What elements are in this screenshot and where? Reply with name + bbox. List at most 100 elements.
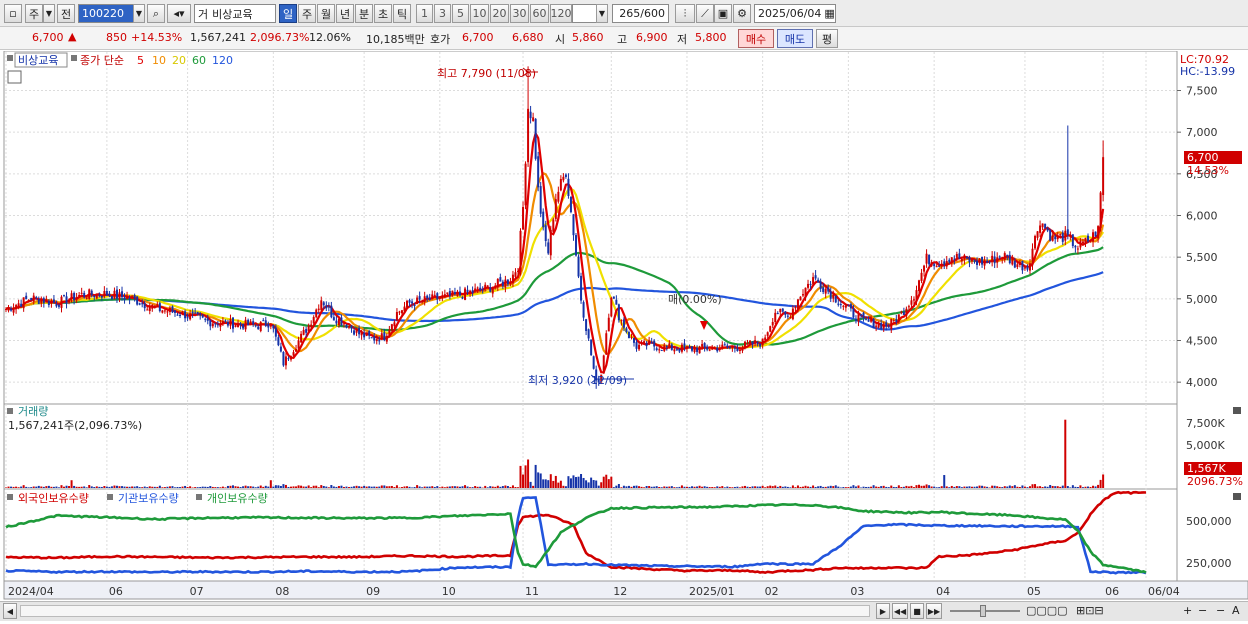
candle-body — [567, 179, 569, 196]
candle-type-icon[interactable]: ⫶ — [675, 4, 695, 23]
volume-bar — [1044, 486, 1046, 488]
volume-bar — [159, 486, 161, 488]
period-button-5[interactable]: 초 — [374, 4, 392, 23]
candle-body — [66, 296, 68, 303]
candle-body — [1004, 253, 1006, 260]
rewind-icon[interactable]: ◀◀ — [892, 603, 908, 619]
candle-body — [509, 283, 511, 284]
period-button-4[interactable]: 분 — [355, 4, 373, 23]
stop-icon[interactable]: ■ — [910, 603, 924, 619]
volume-bar — [489, 486, 491, 488]
ma-marker-icon — [71, 55, 77, 61]
search-icon[interactable]: ⌕ — [147, 4, 165, 23]
candle-body — [522, 207, 524, 229]
volume-panel-close-icon[interactable] — [1233, 407, 1241, 414]
volume-bar — [310, 487, 312, 488]
volume-bar — [984, 486, 986, 488]
volume-y-label: 5,000K — [1186, 439, 1225, 452]
volume-bar — [257, 487, 259, 488]
code-dropdown-icon[interactable]: ▼ — [133, 4, 145, 23]
bottom-scrollbar[interactable]: ◀ ▶ ◀◀ ■ ▶▶ ▢▢▢▢ ⊞⊡⊟ + − − A — [0, 601, 1248, 621]
zoom-reset-icon[interactable]: − — [1216, 604, 1225, 617]
candle-body — [1049, 230, 1051, 241]
volume-bar — [1037, 486, 1039, 488]
candle-body — [583, 302, 585, 317]
holding-panel-close-icon[interactable] — [1233, 493, 1241, 500]
interval-button-5[interactable]: 30 — [510, 4, 529, 23]
volume-bar — [542, 479, 544, 488]
candle-body — [787, 316, 789, 317]
sell-button[interactable]: 매도 — [777, 29, 813, 48]
panel-marker-icon — [7, 55, 13, 61]
candle-body — [378, 340, 380, 341]
chart-svg[interactable]: 7,5007,0006,5006,0005,5005,0004,5004,000… — [0, 51, 1248, 621]
volume-bar — [356, 486, 358, 488]
chevron-down-icon[interactable]: ▼ — [43, 4, 55, 23]
stock-code-input[interactable]: 100220 — [78, 4, 134, 23]
period-button-0[interactable]: 일 — [279, 4, 297, 23]
annotation-low: 최저 3,920 (12/09) — [528, 374, 627, 387]
speaker-icon[interactable]: ◂▾ — [167, 4, 191, 23]
buy-button[interactable]: 매수 — [738, 29, 774, 48]
candle-body — [724, 344, 726, 345]
volume-bar — [863, 487, 865, 488]
interval-button-7[interactable]: 120 — [550, 4, 572, 23]
window-icon[interactable]: ▫ — [4, 4, 22, 23]
tool-icons[interactable]: ⊞⊡⊟ — [1076, 604, 1104, 617]
layout-icons[interactable]: ▢▢▢▢ — [1026, 604, 1068, 617]
candle-body — [731, 346, 733, 348]
stock-name-field[interactable]: 거비상교육 — [194, 4, 276, 23]
candle-body — [421, 301, 423, 302]
candle-body — [578, 257, 580, 277]
candle-body — [68, 299, 70, 302]
interval-button-6[interactable]: 60 — [530, 4, 549, 23]
candle-body — [28, 300, 30, 301]
period-button-2[interactable]: 월 — [317, 4, 335, 23]
candle-body — [141, 303, 143, 304]
zoom-out-icon[interactable]: − — [1198, 604, 1207, 617]
volume-bar — [545, 479, 547, 488]
volume-bar — [93, 487, 95, 488]
prev-button[interactable]: 전 — [57, 4, 75, 23]
scroll-left-icon[interactable]: ◀ — [3, 603, 17, 619]
scroll-right-icon[interactable]: ▶ — [876, 603, 890, 619]
zoom-slider-thumb[interactable] — [980, 605, 986, 617]
eval-button[interactable]: 평 — [816, 29, 838, 48]
candle-body — [30, 298, 32, 300]
auto-scale-icon[interactable]: A — [1232, 604, 1240, 617]
volume-bar — [1057, 486, 1059, 488]
draw-tool-icon[interactable]: ⟋ — [696, 4, 714, 23]
zoom-in-icon[interactable]: + — [1183, 604, 1192, 617]
count-field[interactable]: 265/600 — [612, 4, 669, 23]
period-button-1[interactable]: 주 — [298, 4, 316, 23]
interval-button-3[interactable]: 10 — [470, 4, 489, 23]
volume-bar — [550, 474, 552, 488]
candle-body — [562, 177, 564, 180]
volume-bar — [298, 485, 300, 488]
table-icon[interactable] — [8, 71, 21, 83]
interval-dropdown-icon[interactable]: ▼ — [596, 4, 608, 23]
gear-icon[interactable]: ⚙ — [733, 4, 751, 23]
period-button-3[interactable]: 년 — [336, 4, 354, 23]
interval-button-1[interactable]: 3 — [434, 4, 451, 23]
volume-bar — [424, 487, 426, 488]
candle-body — [139, 303, 141, 304]
interval-button-2[interactable]: 5 — [452, 4, 469, 23]
fast-forward-icon[interactable]: ▶▶ — [926, 603, 942, 619]
item-tab-button[interactable]: 주 — [25, 4, 43, 23]
period-button-6[interactable]: 틱 — [393, 4, 411, 23]
candle-body — [696, 348, 698, 352]
volume-bar — [509, 487, 511, 488]
save-icon[interactable]: ▣ — [714, 4, 732, 23]
volume-bar — [313, 486, 315, 488]
volume-bar — [386, 486, 388, 488]
interval-button-0[interactable]: 1 — [416, 4, 433, 23]
chart-area[interactable]: 7,5007,0006,5006,0005,5005,0004,5004,000… — [0, 51, 1248, 621]
interval-button-4[interactable]: 20 — [490, 4, 509, 23]
date-input[interactable]: 2025/06/04▦ — [754, 4, 836, 23]
volume-bar — [810, 487, 812, 488]
volume-bar — [847, 487, 849, 488]
candle-body — [8, 307, 10, 310]
scroll-track[interactable] — [20, 605, 870, 617]
volume-bar — [1067, 486, 1069, 488]
